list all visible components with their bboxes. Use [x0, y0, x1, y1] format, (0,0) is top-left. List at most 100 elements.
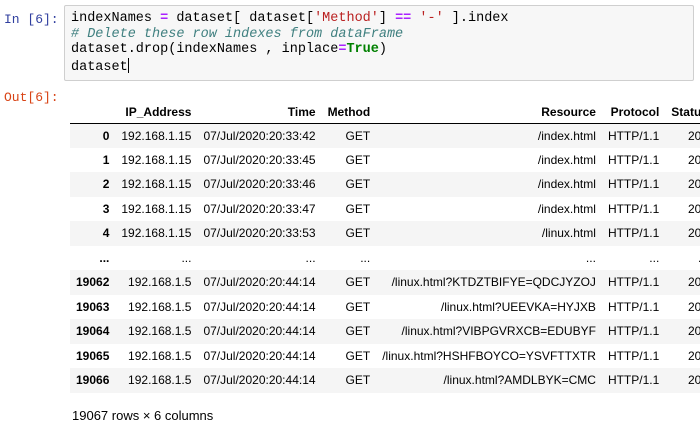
cell-protocol: ... [649, 250, 660, 265]
column-header-resource: Resource [376, 101, 602, 124]
table-row: 3 192.168.1.15 07/Jul/2020:20:33:47 GET/ind… [70, 196, 700, 221]
row-index: 1 [102, 152, 110, 167]
cell-status: 200 [687, 128, 700, 143]
cell-time: 07/Jul/2020:20:33:53 [203, 226, 316, 241]
cell-status: 200 [687, 177, 700, 192]
table-row: 19064 192.168.1.5 07/Jul/2020:20:44:14 GET /… [70, 319, 700, 344]
code-token: ].index [443, 11, 509, 26]
cell-status: 200 [687, 324, 700, 339]
code-token: == [395, 11, 412, 26]
row-index: 19065 [76, 348, 110, 363]
cell-status: 200 [687, 275, 700, 290]
column-header-time: Time [197, 101, 322, 124]
table-row: 0 192.168.1.15 07/Jul/2020:20:33:42 GET/ind… [70, 123, 700, 148]
cell-status: 200 [687, 152, 700, 167]
code-string: 'Method' [314, 11, 379, 26]
cell-ip-address: 192.168.1.15 [121, 152, 192, 167]
code-token: dataset.drop(indexNames , inplace [71, 42, 339, 57]
cell-resource: /linux.html?VIBPGVRXCB=EDUBYF [401, 324, 596, 339]
cell-protocol: HTTP/1.1 [607, 299, 660, 314]
cell-resource: /linux.html?KTDZTBIFYE=QDCJYZOJ [391, 275, 596, 290]
cell-protocol: HTTP/1.1 [607, 373, 660, 388]
cell-ip-address: 192.168.1.5 [128, 299, 192, 314]
row-index: 3 [102, 201, 110, 216]
cell-status: 200 [687, 201, 700, 216]
cell-protocol: HTTP/1.1 [607, 177, 660, 192]
cell-time: 07/Jul/2020:20:44:14 [203, 275, 316, 290]
cell-method: GET [345, 226, 371, 241]
cell-method: GET [345, 275, 371, 290]
cell-method: GET [345, 128, 371, 143]
cell-protocol: HTTP/1.1 [607, 324, 660, 339]
table-row: 2 192.168.1.15 07/Jul/2020:20:33:46 GET/ind… [70, 172, 700, 197]
cell-resource: /index.html [537, 152, 596, 167]
cell-method: GET [345, 373, 371, 388]
table-row-ellipsis: ..................... [70, 245, 700, 271]
cell-protocol: HTTP/1.1 [607, 348, 660, 363]
cell-ip-address: 192.168.1.15 [121, 128, 192, 143]
table-row: 19066 192.168.1.5 07/Jul/2020:20:44:14 GET /… [70, 368, 700, 393]
cell-resource: /linux.html?AMDLBYK=CMC [443, 373, 596, 388]
column-header-index [70, 101, 116, 124]
cell-method: ... [360, 250, 371, 265]
cell-method: GET [345, 201, 371, 216]
code-input-cell[interactable]: indexNames = dataset[ dataset['Method'] … [64, 5, 694, 81]
cell-ip-address: 192.168.1.15 [121, 201, 192, 216]
code-token: ] [378, 11, 396, 26]
code-keyword: True [346, 42, 379, 57]
cell-time: 07/Jul/2020:20:44:14 [203, 348, 316, 363]
code-line-1: indexNames = dataset[ dataset['Method'] … [71, 11, 687, 27]
table-row: 19065 192.168.1.5 07/Jul/2020:20:44:14 GET /… [70, 343, 700, 368]
cell-method: GET [345, 348, 371, 363]
cell-status: 200 [687, 226, 700, 241]
cell-method: GET [345, 177, 371, 192]
cell-resource: ... [585, 250, 596, 265]
table-row: 1 192.168.1.15 07/Jul/2020:20:33:45 GET/ind… [70, 147, 700, 172]
code-token: indexNames [71, 11, 161, 26]
code-token: dataset [71, 59, 128, 75]
row-index: 19064 [76, 324, 110, 339]
cell-time: 07/Jul/2020:20:33:47 [203, 201, 316, 216]
row-index: 2 [102, 177, 110, 192]
code-comment: # Delete these row indexes from dataFram… [71, 26, 404, 42]
cell-ip-address: 192.168.1.5 [128, 373, 192, 388]
cell-resource: /index.html [537, 177, 596, 192]
code-line-3: dataset.drop(indexNames , inplace=True) [71, 42, 687, 58]
cell-time: 07/Jul/2020:20:33:42 [203, 128, 316, 143]
code-string: '-' [419, 11, 444, 26]
column-header-protocol: Protocol [601, 101, 666, 124]
text-cursor [127, 57, 129, 73]
table-row: 19063 192.168.1.5 07/Jul/2020:20:44:14 GET /… [70, 294, 700, 319]
cell-protocol: HTTP/1.1 [607, 275, 660, 290]
cell-method: GET [345, 299, 371, 314]
column-header-status: Status [665, 101, 700, 124]
code-token: ) [378, 42, 387, 57]
cell-status: 200 [687, 373, 700, 388]
cell-ip-address: 192.168.1.15 [121, 177, 192, 192]
cell-status: 200 [687, 348, 700, 363]
table-row: 4 192.168.1.15 07/Jul/2020:20:33:53 GET/lin… [70, 221, 700, 246]
cell-status: ... [665, 246, 700, 271]
output-prompt: Out[6]: [4, 90, 59, 105]
cell-status: 200 [687, 299, 700, 314]
cell-protocol: HTTP/1.1 [607, 226, 660, 241]
dataframe-table: IP_Address Time Method Resource Protocol… [70, 101, 700, 393]
cell-protocol: HTTP/1.1 [607, 152, 660, 167]
dataframe-shape-summary: 19067 rows × 6 columns [72, 408, 214, 423]
cell-resource: /linux.html?HSHFBOYCO=YSVFTTXTR [382, 348, 596, 363]
cell-resource: /linux.html?UEEVKA=HYJXB [440, 299, 596, 314]
table-header-row: IP_Address Time Method Resource Protocol… [70, 101, 700, 124]
row-index: ... [99, 250, 110, 265]
cell-resource: /index.html [537, 201, 596, 216]
code-token: dataset[ dataset[ [168, 11, 315, 26]
cell-ip-address: 192.168.1.15 [121, 226, 192, 241]
cell-protocol: HTTP/1.1 [607, 128, 660, 143]
row-index: 0 [102, 128, 110, 143]
cell-ip-address: 192.168.1.5 [128, 275, 192, 290]
row-index: 4 [102, 226, 110, 241]
cell-time: ... [305, 250, 316, 265]
cell-resource: /linux.html [541, 226, 596, 241]
cell-ip-address: ... [181, 250, 192, 265]
cell-ip-address: 192.168.1.5 [128, 348, 192, 363]
code-line-4: dataset [71, 57, 687, 75]
